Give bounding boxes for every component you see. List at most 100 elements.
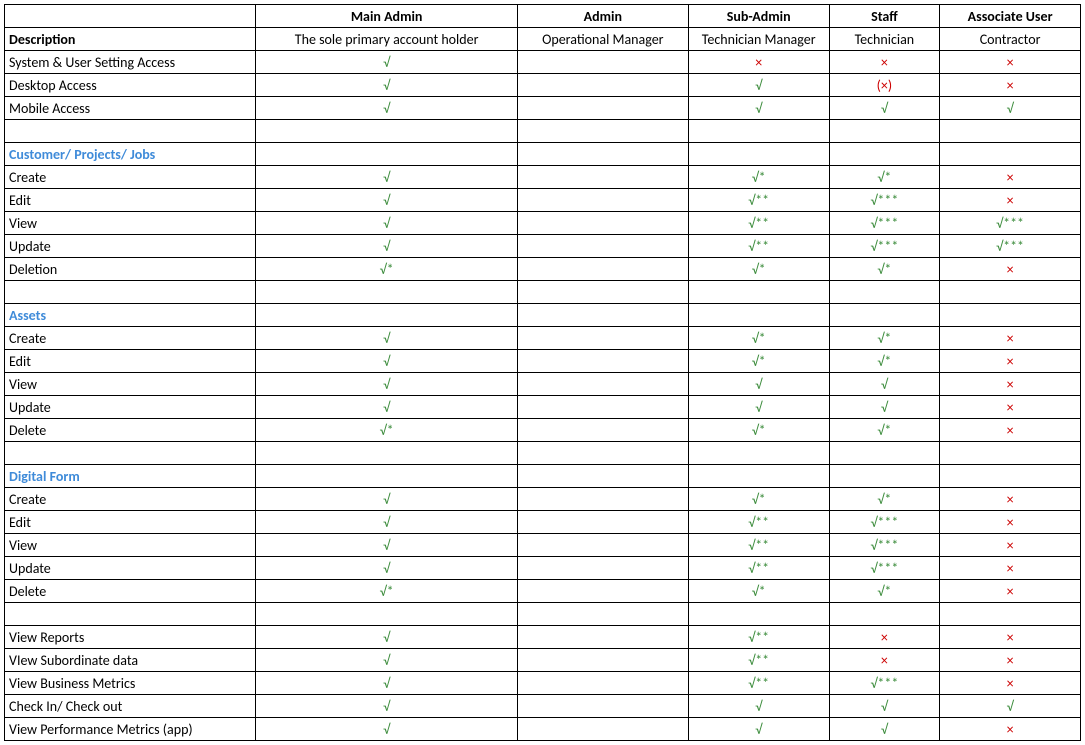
table-row <box>5 120 1081 143</box>
table-row: View Performance Metrics (app)√√√× <box>5 718 1081 741</box>
header-associate-user: Associate User <box>940 5 1081 28</box>
cell-value: √** <box>748 514 769 531</box>
header-main-admin: Main Admin <box>256 5 517 28</box>
cell-staff: √ <box>829 97 940 120</box>
cell-staff: √*** <box>829 189 940 212</box>
cell-value: × <box>1007 537 1014 554</box>
header-description-label: Description <box>5 28 256 51</box>
cell-sub-admin: √* <box>688 488 829 511</box>
cell-main-admin: √ <box>256 488 517 511</box>
cell-admin <box>517 534 688 557</box>
row-label: Update <box>5 557 256 580</box>
cell-value: √ <box>383 353 390 370</box>
cell-value: √* <box>877 583 891 600</box>
table-row: Delete√*√*√*× <box>5 580 1081 603</box>
cell-value: × <box>1007 675 1014 692</box>
cell-staff: × <box>829 51 940 74</box>
cell-value: × <box>1007 721 1014 738</box>
empty-cell <box>688 465 829 488</box>
table-row <box>5 603 1081 626</box>
cell-value: √** <box>748 192 769 209</box>
table-row: Create√√*√*× <box>5 488 1081 511</box>
cell-associate-user: × <box>940 672 1081 695</box>
cell-value: √** <box>748 537 769 554</box>
table-row: Assets <box>5 304 1081 327</box>
cell-main-admin: √ <box>256 327 517 350</box>
cell-value: √ <box>755 100 762 117</box>
table-row: Create√√*√*× <box>5 327 1081 350</box>
cell-admin <box>517 51 688 74</box>
empty-cell <box>256 281 517 304</box>
cell-associate-user: × <box>940 373 1081 396</box>
cell-associate-user: × <box>940 350 1081 373</box>
cell-value: √ <box>383 169 390 186</box>
row-label: Mobile Access <box>5 97 256 120</box>
cell-sub-admin: √** <box>688 511 829 534</box>
cell-admin <box>517 166 688 189</box>
cell-sub-admin: × <box>688 51 829 74</box>
cell-sub-admin: √ <box>688 718 829 741</box>
cell-value: × <box>1007 560 1014 577</box>
cell-value: √ <box>383 514 390 531</box>
cell-value: √* <box>752 422 766 439</box>
row-label: Delete <box>5 580 256 603</box>
cell-staff: × <box>829 626 940 649</box>
cell-value: √* <box>877 353 891 370</box>
subheader-sub-admin: Technician Manager <box>688 28 829 51</box>
cell-staff: √*** <box>829 534 940 557</box>
cell-associate-user: × <box>940 419 1081 442</box>
cell-staff: √* <box>829 258 940 281</box>
cell-value: × <box>881 629 888 646</box>
row-label: View Business Metrics <box>5 672 256 695</box>
row-label: Update <box>5 396 256 419</box>
cell-value: × <box>1007 514 1014 531</box>
cell-value: √ <box>383 192 390 209</box>
cell-associate-user: × <box>940 626 1081 649</box>
cell-associate-user: × <box>940 189 1081 212</box>
table-row: VIew Subordinate data√√**×× <box>5 649 1081 672</box>
row-label: View <box>5 373 256 396</box>
cell-value: × <box>1007 192 1014 209</box>
empty-cell <box>256 304 517 327</box>
cell-value: × <box>1007 399 1014 416</box>
cell-main-admin: √ <box>256 166 517 189</box>
cell-associate-user: × <box>940 488 1081 511</box>
cell-main-admin: √ <box>256 51 517 74</box>
cell-value: √* <box>877 422 891 439</box>
cell-value: × <box>1007 422 1014 439</box>
cell-sub-admin: √* <box>688 327 829 350</box>
cell-value: (×) <box>877 77 892 94</box>
cell-admin <box>517 580 688 603</box>
cell-value: × <box>1007 583 1014 600</box>
empty-cell <box>5 442 256 465</box>
cell-associate-user: × <box>940 534 1081 557</box>
row-label: Delete <box>5 419 256 442</box>
cell-value: √ <box>755 721 762 738</box>
empty-cell <box>940 442 1081 465</box>
cell-associate-user: × <box>940 327 1081 350</box>
empty-cell <box>517 442 688 465</box>
table-row: Check In/ Check out√√√√ <box>5 695 1081 718</box>
cell-main-admin: √ <box>256 695 517 718</box>
cell-value: √** <box>748 560 769 577</box>
cell-value: √ <box>383 652 390 669</box>
empty-cell <box>5 603 256 626</box>
cell-staff: √* <box>829 166 940 189</box>
cell-value: √ <box>383 491 390 508</box>
cell-value: √ <box>1007 698 1014 715</box>
empty-cell <box>256 120 517 143</box>
table-row: Update√√**√***√*** <box>5 235 1081 258</box>
cell-associate-user: × <box>940 649 1081 672</box>
cell-value: √* <box>752 353 766 370</box>
row-label: Edit <box>5 189 256 212</box>
cell-value: × <box>1007 652 1014 669</box>
cell-associate-user: × <box>940 511 1081 534</box>
cell-value: √ <box>755 376 762 393</box>
cell-staff: √*** <box>829 557 940 580</box>
cell-main-admin: √* <box>256 580 517 603</box>
cell-sub-admin: √** <box>688 235 829 258</box>
cell-staff: √*** <box>829 672 940 695</box>
table-row: Customer/ Projects/ Jobs <box>5 143 1081 166</box>
section-heading: Assets <box>5 304 256 327</box>
cell-admin <box>517 350 688 373</box>
